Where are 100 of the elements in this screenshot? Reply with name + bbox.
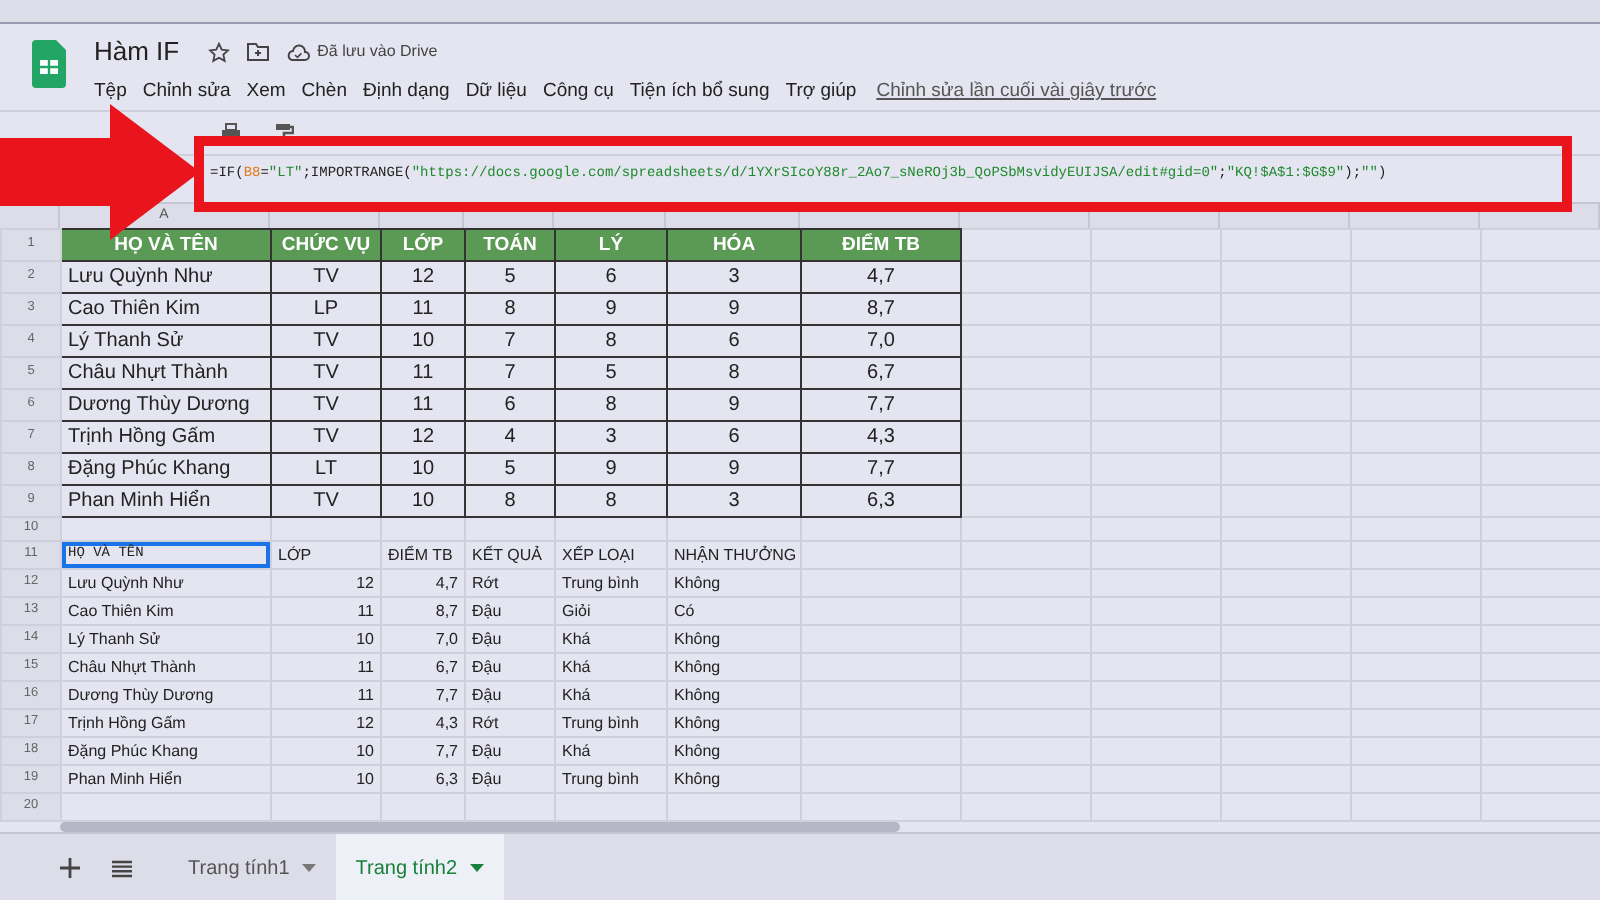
header-cell: ĐIỂM TB (801, 229, 961, 261)
menu-item[interactable]: Định dạng (355, 78, 458, 107)
cloud-icon[interactable] (285, 43, 310, 61)
table-cell: 8 (667, 357, 801, 389)
table-cell: 9 (667, 293, 801, 325)
table-cell: Rớt (465, 569, 555, 597)
table-cell: Đậu (465, 765, 555, 793)
table-cell: 10 (381, 453, 465, 485)
table-cell: 7 (465, 325, 555, 357)
table-cell: 9 (667, 453, 801, 485)
table-cell: Phan Minh Hiển (61, 485, 271, 517)
table-cell: 3 (555, 421, 667, 453)
table-cell: Lý Thanh Sử (61, 625, 271, 653)
table-cell: 4,7 (801, 261, 961, 293)
table-cell: Đậu (465, 597, 555, 625)
table-cell: TV (271, 325, 381, 357)
folder-icon[interactable] (245, 42, 270, 62)
table-cell: LT (271, 453, 381, 485)
table-cell: Cao Thiên Kim (61, 293, 271, 325)
sheet-tab[interactable]: Trang tính2 (335, 834, 504, 900)
table-cell: 5 (465, 261, 555, 293)
table-cell[interactable]: KẾT QUẢ (465, 541, 555, 569)
menu-item[interactable]: Công cụ (534, 78, 622, 107)
table-cell: Phan Minh Hiển (61, 765, 271, 793)
menu-item[interactable]: Xem (238, 78, 294, 107)
table-cell: Có (667, 597, 801, 625)
table-cell[interactable]: LỚP (271, 541, 381, 569)
table-cell: 7,7 (801, 389, 961, 421)
table-cell: 6 (667, 325, 801, 357)
table-cell: 7 (465, 357, 555, 389)
table-cell: Châu Nhựt Thành (61, 357, 271, 389)
menu-item[interactable]: Chỉnh sửa (134, 78, 239, 107)
table-cell[interactable]: XẾP LOẠI (555, 541, 667, 569)
menu-item[interactable]: Chèn (293, 78, 355, 107)
table-cell: 12 (271, 569, 381, 597)
menu-item[interactable]: Tiện ích bổ sung (621, 78, 778, 107)
table-cell: Khá (555, 737, 667, 765)
table-cell: Trung bình (555, 709, 667, 737)
table-cell: 10 (381, 325, 465, 357)
table-cell: 3 (667, 485, 801, 517)
sheets-logo-icon[interactable] (32, 40, 66, 88)
table-cell: Trung bình (555, 569, 667, 597)
add-sheet-icon[interactable] (60, 858, 80, 878)
table-cell: Lưu Quỳnh Như (61, 261, 271, 293)
header-cell: LỚP (381, 229, 465, 261)
table-cell: Đậu (465, 653, 555, 681)
document-title[interactable]: Hàm IF (94, 36, 180, 68)
table-cell: 12 (381, 261, 465, 293)
table-cell: Không (667, 681, 801, 709)
scrollbar[interactable] (60, 822, 900, 832)
table-cell: 5 (465, 453, 555, 485)
table-cell: Không (667, 569, 801, 597)
table-cell: Đặng Phúc Khang (61, 737, 271, 765)
table-cell: 3 (667, 261, 801, 293)
table-cell: Đậu (465, 681, 555, 709)
menu-item[interactable]: Tệp (86, 78, 135, 107)
table-cell: TV (271, 389, 381, 421)
sheet-tab[interactable]: Trang tính1 (168, 834, 336, 900)
table-cell[interactable]: ĐIỂM TB (381, 541, 465, 569)
header-cell: HÓA (667, 229, 801, 261)
table-cell: 8 (465, 485, 555, 517)
table-cell: Khá (555, 653, 667, 681)
table-cell: 6,7 (801, 357, 961, 389)
table-cell: LP (271, 293, 381, 325)
table-cell: TV (271, 357, 381, 389)
table-cell: 11 (381, 389, 465, 421)
table-cell: 7,0 (381, 625, 465, 653)
table-cell: 11 (381, 293, 465, 325)
table-cell: 10 (271, 625, 381, 653)
menu-item[interactable]: Trợ giúp (777, 78, 865, 107)
table-cell: Không (667, 709, 801, 737)
table-cell: 10 (271, 765, 381, 793)
table-cell: 12 (271, 709, 381, 737)
table-cell: Lý Thanh Sử (61, 325, 271, 357)
table-cell: 6 (667, 421, 801, 453)
caret-icon[interactable] (469, 864, 484, 872)
table-cell: 8 (555, 389, 667, 421)
last-edit-link[interactable]: Chỉnh sửa lần cuối vài giây trước (876, 78, 1157, 107)
header-cell: CHỨC VỤ (271, 229, 381, 261)
table-cell: 11 (381, 357, 465, 389)
table-cell: 9 (555, 293, 667, 325)
table-cell: Dương Thùy Dương (61, 681, 271, 709)
table-cell: 8 (465, 293, 555, 325)
menu-item[interactable]: Dữ liệu (457, 78, 535, 107)
star-icon[interactable] (207, 41, 230, 63)
table-cell: 7,7 (381, 681, 465, 709)
table-cell: Không (667, 625, 801, 653)
sheet-list-icon[interactable] (112, 859, 132, 877)
table-cell: 8 (555, 325, 667, 357)
table-cell: 9 (555, 453, 667, 485)
table-cell[interactable]: NHẬN THƯỞNG (667, 541, 801, 569)
table-cell: Cao Thiên Kim (61, 597, 271, 625)
table-cell: 12 (381, 421, 465, 453)
table-cell: 9 (667, 389, 801, 421)
table-cell: 4 (465, 421, 555, 453)
table-cell: Không (667, 737, 801, 765)
table-cell: 4,3 (381, 709, 465, 737)
table-cell: 11 (271, 653, 381, 681)
caret-icon[interactable] (301, 864, 316, 872)
table-cell: TV (271, 261, 381, 293)
